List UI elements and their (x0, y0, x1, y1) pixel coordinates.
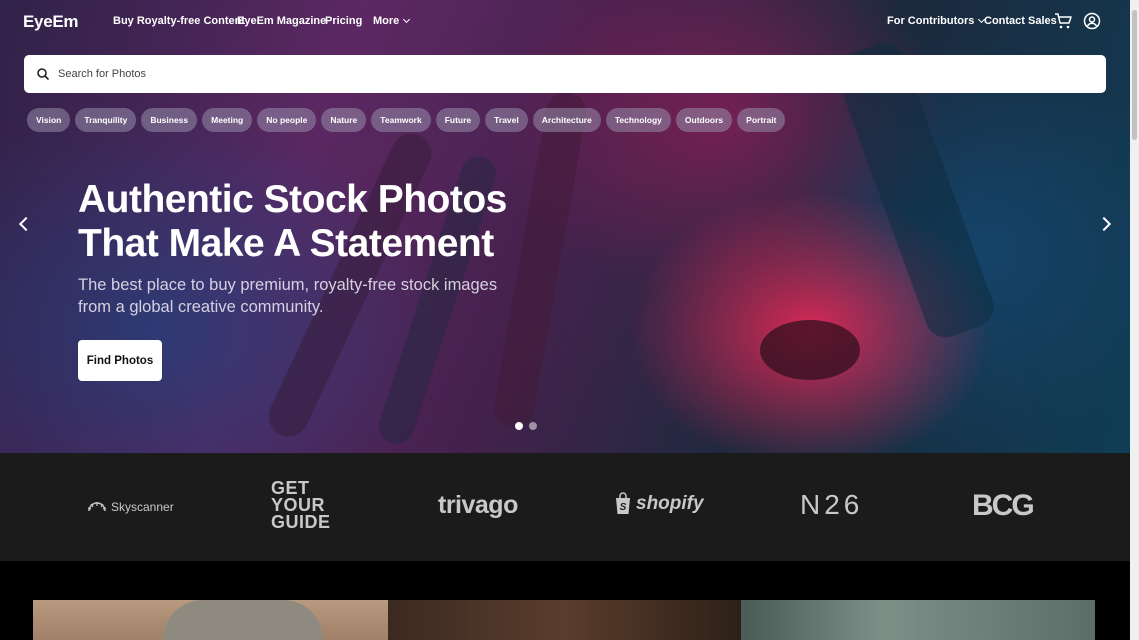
client-logos-band: Skyscanner GET YOUR GUIDE trivago S shop… (0, 453, 1130, 561)
cart-icon[interactable] (1054, 12, 1072, 30)
photo-thumbnail[interactable] (388, 600, 741, 640)
carousel-dot[interactable] (515, 422, 523, 430)
hero-headline: Authentic Stock Photos That Make A State… (78, 178, 507, 266)
tag-nature[interactable]: Nature (321, 108, 367, 132)
photo-grid-preview (0, 561, 1130, 640)
svg-text:S: S (620, 502, 627, 513)
tag-business[interactable]: Business (141, 108, 198, 132)
page-scrollbar[interactable] (1130, 0, 1139, 640)
nav-contact-sales[interactable]: Contact Sales (984, 15, 1057, 27)
shopify-logo: S shopify (613, 492, 704, 516)
search-input[interactable] (58, 68, 1106, 80)
search-icon (37, 68, 50, 81)
tag-tranquility[interactable]: Tranquility (75, 108, 137, 132)
skyscanner-wordmark: Skyscanner (111, 500, 174, 514)
tag-no-people[interactable]: No people (257, 108, 317, 132)
gyg-line-3: GUIDE (271, 512, 331, 532)
tag-architecture[interactable]: Architecture (532, 108, 601, 132)
tag-portrait[interactable]: Portrait (737, 108, 786, 132)
search-bar[interactable] (24, 55, 1106, 93)
bcg-logo: BCG (972, 489, 1035, 522)
scrollbar-thumb[interactable] (1132, 10, 1137, 140)
nav-more[interactable]: More (373, 15, 411, 27)
tag-technology[interactable]: Technology (605, 108, 671, 132)
hero-headline-line-1: Authentic Stock Photos (78, 178, 507, 221)
eyeem-logo[interactable]: EyeEm (23, 12, 79, 32)
nav-buy-royalty-free[interactable]: Buy Royalty-free Content (113, 15, 245, 27)
tag-list: Vision Tranquility Business Meeting No p… (27, 108, 786, 132)
nav-for-contributors[interactable]: For Contributors (887, 15, 986, 27)
trivago-logo: trivago (438, 491, 518, 519)
nav-for-contributors-label: For Contributors (887, 15, 975, 27)
nav-more-label: More (373, 15, 400, 27)
tag-teamwork[interactable]: Teamwork (371, 108, 431, 132)
chevron-down-icon (403, 15, 411, 24)
tag-travel[interactable]: Travel (485, 108, 528, 132)
photo-thumbnail-detail (163, 600, 323, 640)
hero-subline: The best place to buy premium, royalty-f… (78, 276, 498, 316)
hero-headline-line-2: That Make A Statement (78, 222, 494, 265)
shopping-bag-icon: S (616, 492, 630, 514)
skyscanner-logo: Skyscanner (87, 500, 174, 514)
top-navigation: EyeEm Buy Royalty-free Content EyeEm Mag… (0, 0, 1130, 44)
tag-outdoors[interactable]: Outdoors (675, 108, 733, 132)
carousel-dot[interactable] (529, 422, 537, 430)
photo-thumbnail[interactable] (741, 600, 1095, 640)
getyourguide-logo: GET YOUR GUIDE (271, 479, 331, 532)
carousel-pagination (515, 422, 537, 430)
user-circle-icon[interactable] (1083, 12, 1101, 30)
tag-vision[interactable]: Vision (27, 108, 71, 132)
nav-pricing[interactable]: Pricing (325, 15, 362, 27)
sunrise-icon (87, 502, 107, 512)
nav-eyeem-magazine[interactable]: EyeEm Magazine (237, 15, 326, 27)
photo-thumbnail[interactable] (33, 600, 388, 640)
shopify-wordmark: shopify (636, 493, 704, 514)
tag-future[interactable]: Future (435, 108, 481, 132)
n26-logo: N26 (800, 489, 864, 520)
find-photos-button[interactable]: Find Photos (78, 340, 162, 381)
tag-meeting[interactable]: Meeting (202, 108, 253, 132)
